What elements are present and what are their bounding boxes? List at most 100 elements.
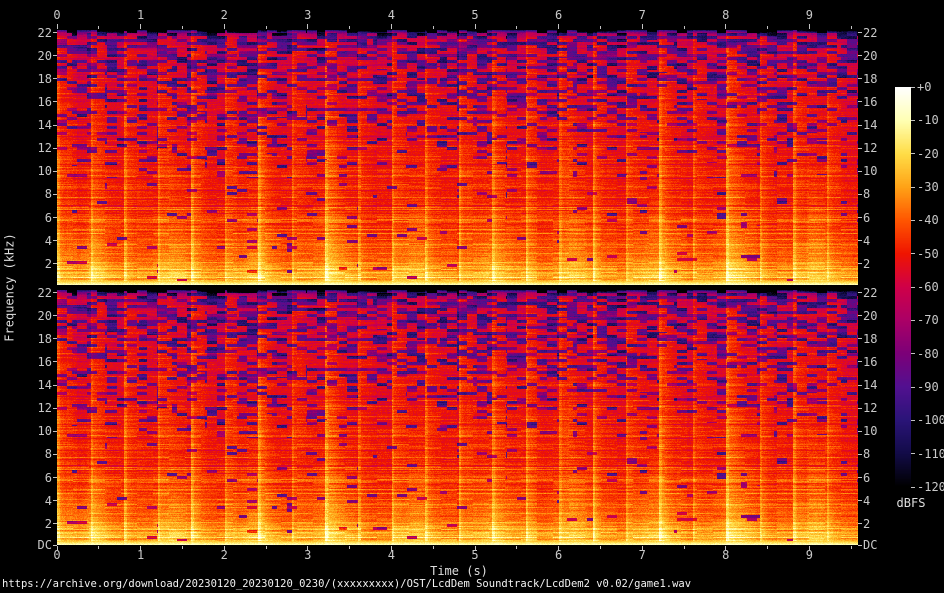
freq-tick-left [53, 55, 57, 57]
freq-tick-label-left: 20 [37, 48, 52, 63]
colorbar-tick-label: -80 [917, 346, 939, 361]
colorbar-tick [911, 153, 915, 155]
colorbar-tick [911, 186, 915, 188]
freq-tick-label-left: 4 [44, 233, 52, 248]
x-axis-label: Time (s) [430, 564, 488, 578]
freq-dc-label-left: DC [37, 538, 52, 552]
colorbar-tick [911, 86, 915, 88]
freq-tick-left [53, 292, 57, 294]
freq-tick-left [53, 147, 57, 149]
freq-tick-label-left: 4 [44, 493, 52, 508]
x-minor-tick-top [767, 26, 769, 29]
freq-tick-label-right: 2 [863, 516, 871, 531]
freq-tick-label-left: 14 [37, 378, 52, 393]
freq-tick-label-right: 6 [863, 210, 871, 225]
freq-tick-left [53, 407, 57, 409]
freq-tick-right [858, 55, 862, 57]
x-minor-tick-top [265, 26, 267, 29]
colorbar-gradient [895, 87, 911, 487]
freq-tick-left [53, 263, 57, 265]
freq-tick-label-right: 22 [863, 25, 878, 40]
freq-tick-label-left: 22 [37, 285, 52, 300]
x-tick-label-top: 8 [722, 8, 730, 22]
freq-tick-right [858, 101, 862, 103]
colorbar-tick [911, 119, 915, 121]
colorbar-tick [911, 219, 915, 221]
x-tick-label-top: 4 [387, 8, 396, 22]
freq-tick-left [53, 217, 57, 219]
freq-tick-label-left: 2 [44, 516, 52, 531]
x-tick-label-top: 6 [554, 8, 563, 22]
colorbar-tick-label: -60 [917, 280, 939, 294]
freq-tick-right [858, 292, 862, 294]
freq-tick-right [858, 453, 862, 455]
freq-tick-right [858, 147, 862, 149]
x-minor-tick-bottom [599, 546, 601, 549]
x-minor-tick-bottom [98, 546, 100, 549]
colorbar-tick [911, 453, 915, 455]
freq-tick-label-right: 6 [863, 470, 871, 485]
freq-tick-label-right: 18 [863, 331, 878, 346]
colorbar-tick-label: -100 [917, 413, 944, 428]
freq-tick-label-right: 12 [863, 141, 878, 156]
x-major-tick-bottom [140, 546, 142, 551]
freq-tick-left [53, 32, 57, 34]
freq-tick-right [858, 384, 862, 386]
x-minor-tick-bottom [683, 546, 685, 549]
x-minor-tick-bottom [432, 546, 434, 549]
freq-tick-label-left: 22 [37, 25, 52, 40]
colorbar-tick-label: -120 [917, 480, 944, 494]
freq-tick-right [858, 361, 862, 363]
x-major-tick-bottom [808, 546, 810, 551]
x-minor-tick-top [349, 26, 351, 29]
spectrogram-panel-channel-2 [57, 290, 858, 545]
freq-tick-right [858, 240, 862, 242]
freq-tick-left [53, 240, 57, 242]
x-minor-tick-bottom [181, 546, 183, 549]
x-tick-label-top: 5 [471, 8, 479, 22]
freq-tick-label-left: 16 [37, 94, 52, 109]
freq-tick-left [53, 430, 57, 432]
freq-tick-label-left: 10 [37, 164, 52, 179]
freq-tick-label-right: 14 [863, 118, 878, 133]
freq-tick-label-left: 14 [37, 118, 52, 133]
freq-tick-label-left: 12 [37, 401, 52, 416]
freq-tick-left [53, 338, 57, 340]
freq-tick-right [858, 124, 862, 126]
x-major-tick-top [140, 24, 142, 29]
freq-tick-label-left: 2 [44, 256, 52, 271]
freq-tick-label-right: 2 [863, 256, 871, 271]
x-major-tick-top [641, 24, 643, 29]
x-tick-label-top: 7 [638, 8, 646, 22]
freq-tick-right [858, 523, 862, 525]
x-tick-label-top: 3 [304, 8, 312, 22]
freq-tick-label-right: 16 [863, 354, 878, 369]
x-major-tick-bottom [474, 546, 476, 551]
freq-tick-label-left: 16 [37, 354, 52, 369]
x-major-tick-top [808, 24, 810, 29]
colorbar-tick [911, 286, 915, 288]
freq-tick-label-right: 18 [863, 71, 878, 86]
colorbar-tick-label: -50 [917, 246, 939, 261]
x-tick-label-top: 9 [805, 8, 814, 22]
x-minor-tick-top [599, 26, 601, 29]
x-tick-label-top: 0 [53, 8, 61, 22]
freq-tick-label-right: 20 [863, 308, 878, 323]
spectrogram-panel-channel-1 [57, 30, 858, 285]
x-minor-tick-top [98, 26, 100, 29]
x-major-tick-top [558, 24, 560, 29]
freq-tick-right [858, 217, 862, 219]
colorbar-tick [911, 353, 915, 355]
freq-tick-left [53, 193, 57, 195]
freq-tick-right [858, 78, 862, 80]
freq-tick-left [53, 124, 57, 126]
x-major-tick-top [390, 24, 392, 29]
spectrogram-figure: Frequency (kHz) 0 0 1 1 2 2 3 3 4 4 5 5 6 6 7 7 8 8 9 9 22 22… [0, 0, 944, 593]
x-minor-tick-top [516, 26, 518, 29]
x-minor-tick-top [683, 26, 685, 29]
x-minor-tick-bottom [767, 546, 769, 549]
freq-tick-label-left: 18 [37, 71, 52, 86]
colorbar-tick-label: -70 [917, 313, 939, 328]
colorbar-tick [911, 419, 915, 421]
colorbar-tick-label: -10 [917, 113, 939, 128]
